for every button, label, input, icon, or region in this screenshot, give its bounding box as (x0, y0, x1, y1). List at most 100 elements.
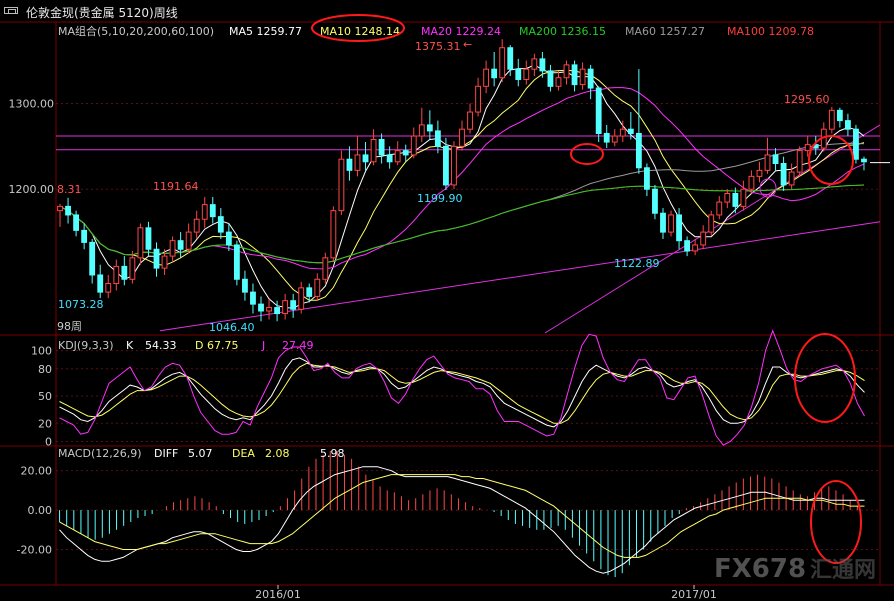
candle-body (443, 145, 449, 186)
candle-body (708, 214, 715, 233)
candle-body (451, 145, 457, 186)
candle-body (129, 257, 136, 280)
candle-body (627, 128, 634, 134)
candle-body (113, 265, 120, 285)
macd-legend-item: DIFF (154, 447, 178, 460)
ma-legend-item: MA组合(5,10,20,200,60,100) (58, 24, 214, 38)
price-y-tick: 1200.00 (9, 183, 55, 196)
candle-body (796, 150, 803, 173)
kdj-k-line (59, 357, 865, 428)
candle-body (652, 188, 658, 214)
candle-body (73, 214, 80, 231)
candle-body (274, 307, 281, 315)
candle-body (410, 135, 417, 156)
candle-body (844, 120, 851, 130)
kdj-j-line (59, 329, 865, 446)
chart-canvas[interactable]: 1300.00 1200.00 100 80 50 20 0 20.00 0.00 -20.00 2… (0, 0, 894, 601)
candle-body (258, 303, 264, 312)
candle-body (233, 244, 240, 280)
candle-body (555, 77, 562, 87)
candle-body (772, 154, 779, 164)
macd-legend-item: DEA (232, 447, 255, 460)
price-label-high: 1375.31 (415, 40, 461, 53)
candle-body (242, 278, 248, 293)
candle-body (467, 111, 473, 130)
kdj-y-tick: 20 (38, 417, 52, 430)
chart-frame (0, 21, 894, 586)
price-label-high: 8.31 (57, 183, 82, 196)
macd-legend-item: 2.08 (265, 447, 290, 460)
gap-highlight-circle (570, 143, 604, 165)
kdj-y-tick: 50 (38, 390, 52, 403)
candle-body (499, 47, 506, 79)
candle-body (732, 193, 739, 207)
candle-body (306, 287, 313, 297)
candle-body (426, 124, 433, 132)
price-label-arrow: ← (463, 38, 472, 51)
candle-body (250, 291, 256, 305)
candle-body (57, 205, 63, 212)
candle-body (290, 300, 297, 310)
long-support-trendline (159, 221, 881, 332)
candle-body (748, 175, 755, 190)
candle-body (266, 307, 272, 312)
kdj-legend-item: K (126, 339, 134, 352)
weeks-count-label: 98周 (57, 320, 82, 333)
candle-body (579, 68, 586, 86)
watermark-suffix: 汇通网 (810, 558, 876, 583)
candle-body (475, 85, 481, 113)
candle-body (402, 150, 409, 156)
ma-legend-item: MA100 1209.78 (727, 25, 814, 38)
candle-body (764, 154, 771, 171)
candle-body (153, 248, 160, 269)
price-label-high: 1191.64 (153, 180, 199, 193)
candle-body (209, 204, 216, 218)
candle-body (145, 227, 152, 250)
candle-body (507, 47, 514, 70)
kdj-y-tick: 100 (31, 345, 52, 358)
macd-y-tick: 0.00 (28, 504, 53, 517)
macd-y-tick: -20.00 (17, 544, 52, 557)
kdj-lines (59, 329, 865, 446)
candle-body (804, 144, 811, 152)
candle-body (539, 58, 546, 72)
x-axis-label: 2016/01 (255, 588, 301, 601)
kdj-legend-item: 54.33 (145, 339, 177, 352)
axis-labels: 1300.00 1200.00 100 80 50 20 0 20.00 0.00 -20.00 2… (9, 97, 717, 601)
candle-body (89, 241, 96, 276)
price-label-low: 1073.28 (58, 298, 104, 311)
candle-body (692, 244, 699, 252)
candle-body (386, 154, 393, 163)
candle-body (635, 132, 642, 169)
price-labels: 8.31 1191.64 1073.28 1046.40 1375.31 ← 1199.90… (57, 38, 830, 334)
kdj-legend-item: 67.75 (207, 339, 239, 352)
candle-body (788, 171, 795, 186)
candle-body (354, 154, 361, 171)
candle-body (563, 64, 570, 79)
candle-body (587, 68, 594, 89)
candle-body (724, 193, 731, 203)
x-axis-label: 2017/01 (671, 588, 717, 601)
candle-body (177, 240, 184, 250)
candle-body (161, 255, 168, 269)
candle-body (756, 169, 763, 177)
candle-body (97, 274, 104, 293)
price-label-high: 1295.60 (784, 93, 830, 106)
candle-body (225, 231, 232, 246)
candle-body (282, 300, 289, 315)
kdj-y-tick: 0 (45, 435, 52, 448)
candle-body (611, 135, 618, 143)
kdj-highlight-circle (794, 333, 856, 423)
candle-body (121, 265, 128, 280)
kdj-legend-item: KDJ(9,3,3) (58, 339, 114, 352)
candle-body (105, 283, 112, 293)
watermark: FX678 汇通网 (714, 554, 876, 584)
kdj-y-tick: 80 (38, 363, 52, 376)
candle-body (740, 188, 747, 207)
candle-body (828, 109, 835, 130)
candle-body (700, 231, 707, 246)
candle-body (434, 130, 441, 147)
candle-body (418, 124, 425, 137)
ma-legend-item: MA20 1229.24 (421, 25, 501, 38)
price-label-low: 1199.90 (417, 192, 463, 205)
